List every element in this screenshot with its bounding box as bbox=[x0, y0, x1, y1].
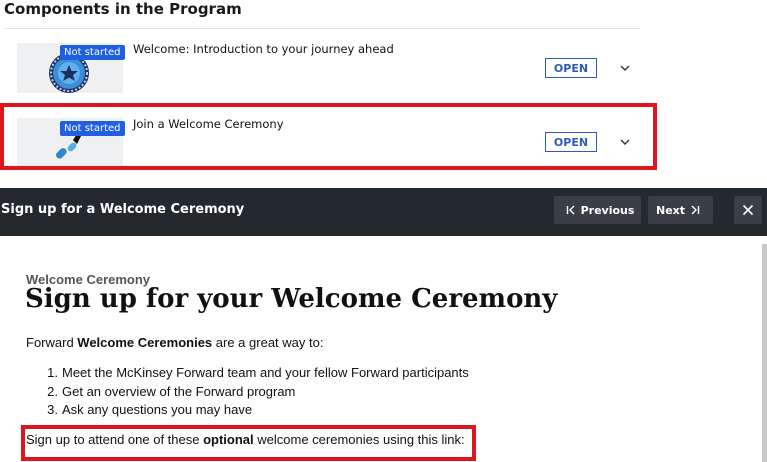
component-card-ceremony[interactable]: Not started Join a Welcome Ceremony OPEN bbox=[4, 112, 640, 172]
list-item: 1. Meet the McKinsey Forward team and you… bbox=[47, 365, 469, 380]
section-title: Components in the Program bbox=[4, 0, 242, 18]
previous-label: Previous bbox=[580, 203, 635, 217]
scrollbar[interactable] bbox=[762, 244, 767, 462]
chevron-down-icon[interactable] bbox=[618, 135, 632, 149]
page-title: Sign up for your Welcome Ceremony bbox=[25, 284, 558, 314]
chevron-right-icon bbox=[691, 205, 700, 215]
list-item: 3. Ask any questions you may have bbox=[47, 402, 253, 417]
list-item: 2. Get an overview of the Forward program bbox=[47, 383, 296, 399]
chevron-left-icon bbox=[566, 205, 575, 215]
status-badge: Not started bbox=[60, 121, 125, 136]
previous-button[interactable]: Previous bbox=[554, 196, 641, 224]
chevron-down-icon[interactable] bbox=[618, 61, 632, 75]
signup-text: Sign up to attend one of these optional … bbox=[26, 432, 465, 447]
next-label: Next bbox=[655, 203, 686, 217]
next-button[interactable]: Next bbox=[648, 196, 713, 224]
close-button[interactable] bbox=[734, 196, 762, 224]
component-title[interactable]: Welcome: Introduction to your journey ah… bbox=[133, 42, 394, 56]
component-title[interactable]: Join a Welcome Ceremony bbox=[133, 117, 284, 131]
open-button[interactable]: OPEN bbox=[545, 58, 597, 78]
components-list: Not started Welcome: Introduction to you… bbox=[4, 28, 640, 176]
open-button[interactable]: OPEN bbox=[545, 132, 597, 152]
benefits-list: 1. Meet the McKinsey Forward team and you… bbox=[26, 365, 469, 421]
close-icon bbox=[742, 204, 754, 216]
modal-title: Sign up for a Welcome Ceremony bbox=[1, 202, 245, 217]
intro-text: Forward Welcome Ceremonies are a great w… bbox=[26, 335, 324, 350]
component-card-welcome[interactable]: Not started Welcome: Introduction to you… bbox=[4, 28, 640, 104]
status-badge: Not started bbox=[60, 45, 125, 60]
modal-header: Sign up for a Welcome Ceremony Previous … bbox=[0, 188, 767, 236]
